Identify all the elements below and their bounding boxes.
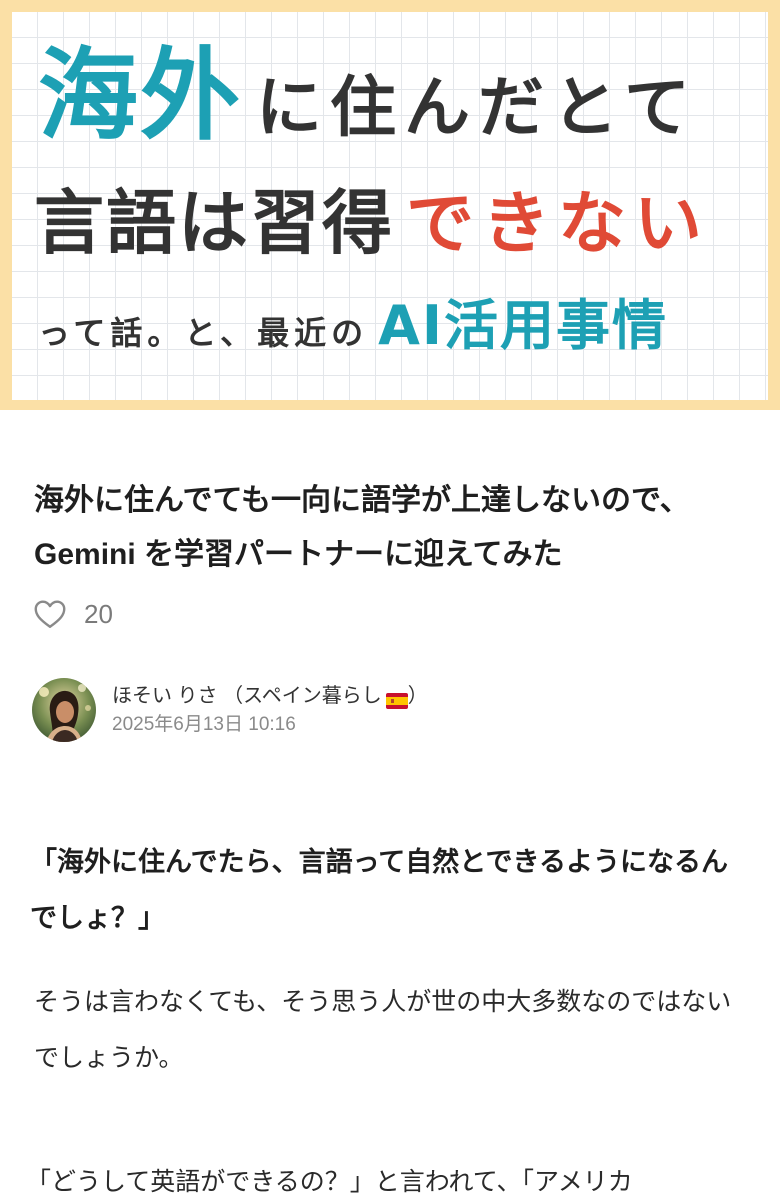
hero-text-gengo: 言語は習得 [34,182,394,264]
like-row: 20 [32,594,113,634]
author-name: ほそい りさ （スペイン暮らし [112,685,382,707]
spain-flag-icon [385,688,408,709]
author-avatar[interactable] [32,678,96,742]
hero-banner: 海外 に住んだとて 言語は習得 できない って話。と、最近の AI活用事情 [0,0,780,410]
hero-graph-paper: 海外 に住んだとて 言語は習得 できない って話。と、最近の AI活用事情 [12,12,768,400]
article-page: 海外 に住んだとて 言語は習得 できない って話。と、最近の AI活用事情 海外に住ん… [0,0,780,1200]
like-count: 20 [84,598,113,629]
heart-icon[interactable] [32,596,68,632]
author-name-link[interactable]: ほそい りさ （スペイン暮らし ） [112,681,428,711]
paragraph-1: そうは言わなくても、そう思う人が世の中大多数なのではないでしょうか。 [34,988,732,1072]
lead-quote: 「海外に住んでたら、言語って自然とできるようになるんでしょ？」 [30,847,728,933]
post-date: 2025年6月13日 10:16 [112,714,296,735]
hero-text-sundatote: に住んだとて [256,69,699,146]
author-meta: ほそい りさ （スペイン暮らし ） 2025年6月13日 10:16 [112,681,428,739]
hero-text-tte-hanashi: って話。と、最近の [38,314,369,352]
hero-text-dekinai: できない [406,185,711,264]
author-row: ほそい りさ （スペイン暮らし ） 2025年6月13日 10:16 [32,675,428,745]
hero-line-3: って話。と、最近の AI活用事情 [38,299,668,353]
hero-text-ai-katsuyou: AI活用事情 [378,294,669,357]
hero-line-2: 言語は習得 できない [34,188,710,259]
author-name-close: ） [407,685,428,707]
hero-text-kaigai: 海外 [38,37,242,154]
article-title: 海外に住んでても一向に語学が上達しないので、Gemini を学習パートナーに迎え… [34,484,690,571]
paragraph-2: 「どうして英語ができるの？」と言われて、「アメリカ [26,1168,633,1196]
hero-line-1: 海外 に住んだとて [38,46,698,146]
